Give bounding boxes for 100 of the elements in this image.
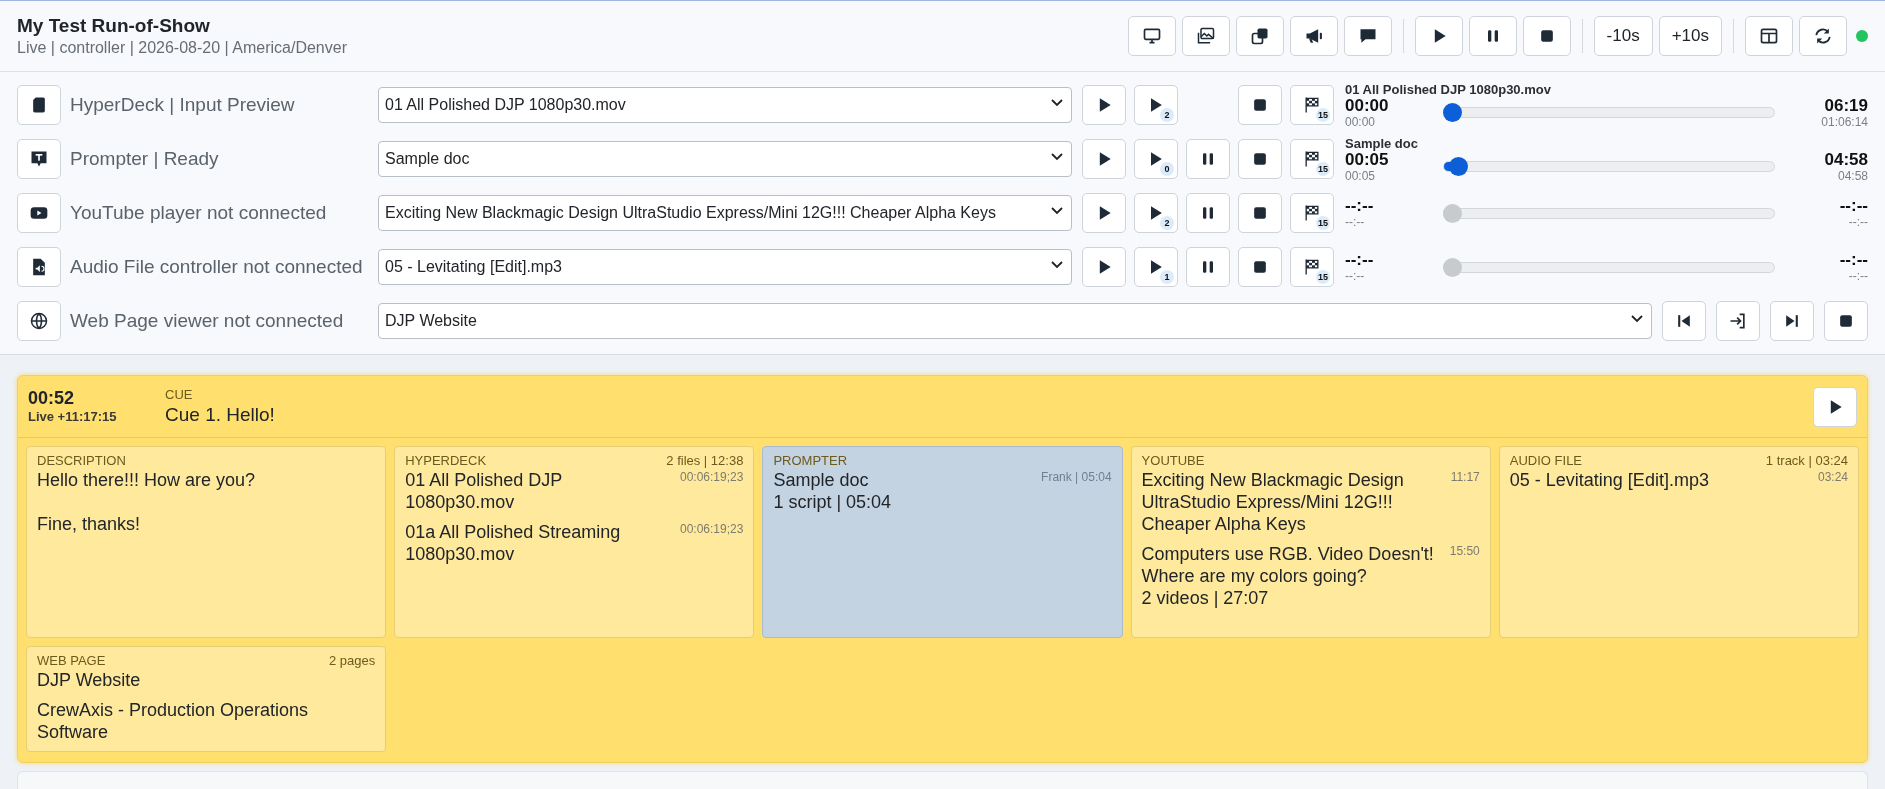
cue-time: 00:52 (28, 388, 76, 409)
slider-thumb[interactable] (1443, 103, 1462, 122)
card-footer: 2 videos | 27:07 (1141, 587, 1480, 609)
caret-icon (1051, 207, 1063, 215)
finish-button[interactable]: 15 (1290, 193, 1334, 233)
layout-icon (1759, 26, 1779, 46)
cue-card[interactable]: DESCRIPTION Hello there!!! How are you? Fine, thanks! (26, 446, 387, 638)
show-title: My Test Run-of-Show (17, 14, 211, 38)
globe-icon (29, 311, 49, 331)
cue-card[interactable]: WEB PAGE 2 pages DJP Website CrewAxis - Production Operations Software (26, 646, 387, 752)
media-item[interactable]: CrewAxis - Production Operations Software (37, 699, 376, 743)
file-select[interactable]: 05 - Levitating [Edit].mp3 (378, 249, 1072, 285)
media-item[interactable]: 01 All Polished DJP 1080p30.mov (405, 469, 672, 513)
finish-button[interactable]: 15 (1290, 139, 1334, 179)
media-title: Sample doc (1345, 135, 1419, 151)
elapsed-subtime: 00:00 (1345, 114, 1377, 129)
elapsed-time: 00:05 (1345, 150, 1389, 169)
player-icon-button[interactable] (17, 301, 61, 341)
media-item[interactable]: Exciting New Blackmagic Design UltraStudio Express/Mini 12G!!! Cheaper Alpha Keys (1141, 469, 1443, 535)
media-item[interactable]: 01a All Polished Streaming 1080p30.mov (405, 521, 672, 565)
slider-thumb[interactable] (1449, 157, 1469, 176)
media-item[interactable]: Sample doc (773, 469, 869, 491)
remaining-subtime: --:-- (1848, 215, 1868, 229)
item-duration: 11:17 (1450, 469, 1480, 486)
stop-button[interactable] (1824, 301, 1868, 341)
media-item[interactable]: 05 - Levitating [Edit].mp3 (1509, 469, 1709, 491)
cue-title: Cue 1. Hello! (165, 402, 276, 427)
item-duration: 03:24 (1817, 469, 1848, 486)
layout-button[interactable] (1745, 16, 1793, 56)
player-icon-button[interactable] (17, 193, 61, 233)
play-button[interactable] (1082, 247, 1126, 287)
count-badge: 15 (1316, 108, 1330, 122)
cue-card[interactable]: PROMPTER Sample doc Frank | 05:04 1 script | 05:04 (762, 446, 1123, 638)
pause-button[interactable] (1468, 16, 1517, 56)
stop-button[interactable] (1238, 193, 1282, 233)
finish-button[interactable]: 15 (1290, 85, 1334, 125)
caret-icon (1631, 315, 1643, 323)
previous-button[interactable] (1662, 301, 1706, 341)
play-button[interactable] (1414, 16, 1463, 56)
player-label: HyperDeck | Input Preview (70, 92, 296, 117)
announce-button[interactable] (1289, 16, 1338, 56)
play-next-button[interactable]: 2 (1134, 193, 1178, 233)
monitor-button[interactable] (1127, 16, 1176, 56)
elapsed-time: --:-- (1345, 251, 1375, 269)
enter-button[interactable] (1716, 301, 1760, 341)
stop-button[interactable] (1238, 85, 1282, 125)
remaining-subtime: 01:06:14 (1821, 114, 1868, 129)
count-badge: 15 (1316, 270, 1330, 284)
stop-button[interactable] (1522, 16, 1571, 56)
file-select[interactable]: DJP Website (378, 303, 1652, 339)
play-next-button[interactable]: 2 (1134, 85, 1178, 125)
elapsed-time: 00:00 (1345, 96, 1390, 115)
item-duration: Frank | 05:04 (1041, 469, 1112, 486)
player-icon-button[interactable] (17, 139, 61, 179)
stop-button[interactable] (1238, 247, 1282, 287)
remaining-time: --:-- (1839, 197, 1868, 215)
pause-button[interactable] (1186, 247, 1230, 287)
refresh-button[interactable] (1799, 16, 1847, 56)
file-select[interactable]: Sample doc (378, 141, 1072, 177)
play-button[interactable] (1082, 139, 1126, 179)
progress-slider[interactable] (1443, 103, 1775, 122)
pause-button[interactable] (1186, 139, 1230, 179)
next-button[interactable] (1770, 301, 1814, 341)
pause-button[interactable] (1186, 193, 1230, 233)
chat-button[interactable] (1343, 16, 1392, 56)
item-duration: 00:06:19;23 (680, 469, 744, 486)
seek-button[interactable]: +10s (1658, 16, 1722, 56)
card-label: DESCRIPTION (37, 453, 126, 469)
card-label: WEB PAGE (37, 653, 106, 669)
elapsed-subtime: --:-- (1345, 269, 1366, 283)
elapsed-time: --:-- (1345, 197, 1375, 215)
play-button[interactable] (1082, 85, 1126, 125)
media-item[interactable]: DJP Website (37, 669, 141, 691)
card-label: HYPERDECK (405, 453, 487, 469)
play-next-button[interactable]: 0 (1134, 139, 1178, 179)
stop-button[interactable] (1238, 139, 1282, 179)
card-summary: 1 track | 03:24 (1765, 453, 1848, 469)
cue-card[interactable]: HYPERDECK 2 files | 12:38 01 All Polished DJP 1080p30.mov 00:06:19;23 01a All Polished Streaming 1080p30.mov 00:06:19;23 (394, 446, 755, 638)
cue-card[interactable]: YOUTUBE Exciting New Blackmagic Design UltraStudio Express/Mini 12G!!! Cheaper Alpha Keys 11:17 Computers use RGB. Video Doesn't! Where are my colors going? 15:50 2 videos | 27:07 (1130, 446, 1491, 638)
progress-slider[interactable] (1443, 257, 1775, 277)
images-icon (1195, 26, 1216, 46)
player-icon-button[interactable] (17, 247, 61, 287)
card-footer: 1 script | 05:04 (773, 491, 1112, 513)
cue-card[interactable]: AUDIO FILE 1 track | 03:24 05 - Levitating [Edit].mp3 03:24 (1498, 446, 1859, 638)
copy-button[interactable] (1235, 16, 1284, 56)
media-item[interactable]: Computers use RGB. Video Doesn't! Where are my colors going? (1141, 543, 1442, 587)
media-title: 01 All Polished DJP 1080p30.mov (1345, 81, 1552, 97)
play-next-button[interactable]: 1 (1134, 247, 1178, 287)
progress-slider[interactable] (1443, 203, 1775, 223)
progress-slider[interactable] (1443, 157, 1775, 176)
file-select[interactable]: 01 All Polished DJP 1080p30.mov (378, 87, 1072, 123)
finish-button[interactable]: 15 (1290, 247, 1334, 287)
play-button[interactable] (1082, 193, 1126, 233)
player-label: Audio File controller not connected (70, 254, 364, 279)
play-button[interactable] (1813, 386, 1857, 427)
remaining-time: 06:19 (1824, 96, 1868, 115)
images-button[interactable] (1181, 16, 1230, 56)
seek-button[interactable]: -10s (1593, 16, 1653, 56)
player-icon-button[interactable] (17, 85, 61, 125)
file-select[interactable]: Exciting New Blackmagic Design UltraStudio Express/Mini 12G!!! Cheaper Alpha Keys (378, 195, 1072, 231)
